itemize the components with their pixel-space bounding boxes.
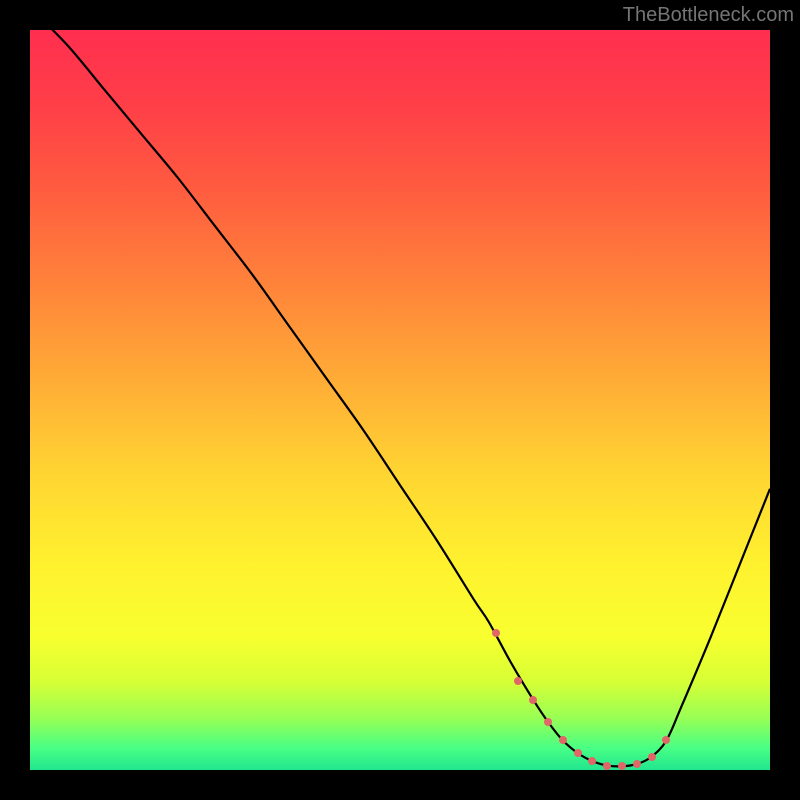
optimal-marker — [662, 736, 670, 744]
optimal-marker — [559, 736, 567, 744]
optimal-marker — [648, 753, 656, 761]
watermark: TheBottleneck.com — [623, 4, 794, 27]
optimal-marker — [492, 629, 500, 637]
optimal-marker — [588, 757, 596, 765]
optimal-marker — [574, 749, 582, 757]
bottleneck-curve — [30, 30, 770, 766]
plot-area — [30, 30, 770, 770]
optimal-marker — [514, 677, 522, 685]
optimal-marker — [544, 718, 552, 726]
optimal-marker — [633, 760, 641, 768]
curve-layer — [30, 30, 770, 770]
optimal-marker — [618, 762, 626, 770]
optimal-marker — [529, 696, 537, 704]
optimal-marker — [603, 762, 611, 770]
